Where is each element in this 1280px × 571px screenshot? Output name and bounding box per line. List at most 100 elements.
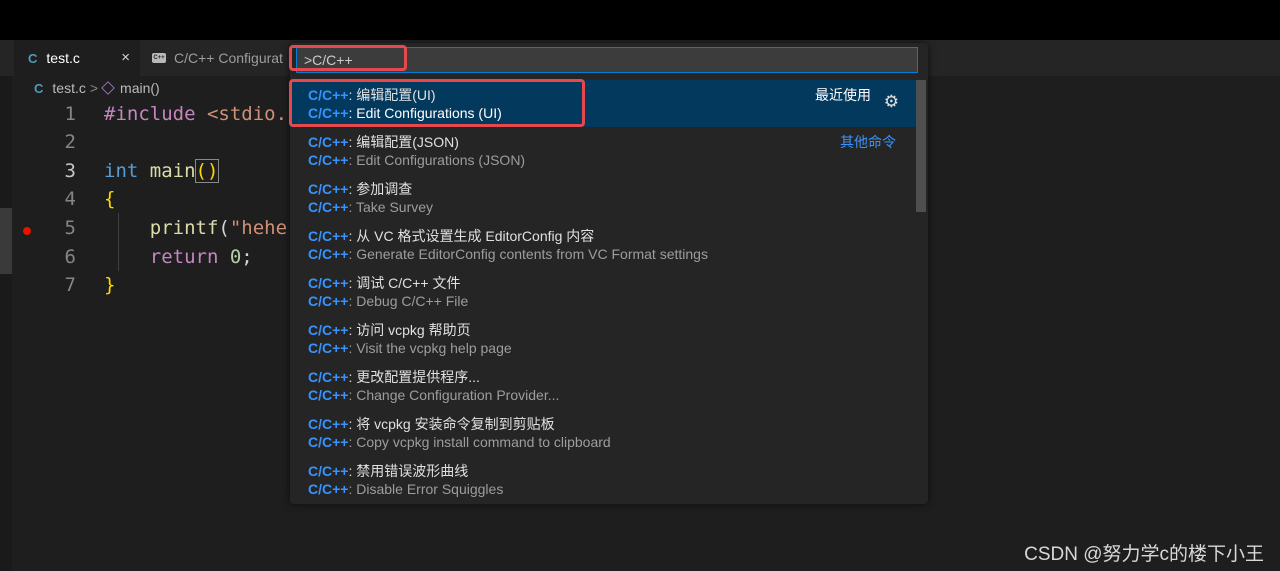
command-title-zh: C/C++: 编辑配置(JSON) (308, 132, 459, 152)
command-label: : 编辑配置(JSON) (348, 134, 459, 150)
c-file-icon: C (28, 50, 38, 66)
command-title-en: C/C++: Copy vcpkg install command to cli… (308, 434, 611, 450)
command-category: C/C++ (308, 152, 349, 168)
activity-strip (0, 76, 12, 571)
command-category: C/C++ (308, 134, 349, 150)
command-label: : 参加调查 (348, 181, 413, 197)
command-label: : 更改配置提供程序... (348, 369, 480, 385)
code-line-7[interactable]: } (104, 271, 115, 299)
line-number: 4 (64, 188, 76, 210)
command-title-en: C/C++: Visit the vcpkg help page (308, 340, 512, 356)
command-title-zh: C/C++: 调试 C/C++ 文件 (308, 273, 461, 293)
breadcrumb-symbol[interactable]: main() (120, 80, 160, 96)
command-item[interactable]: C/C++: 更改配置提供程序... C/C++: Change Configu… (290, 362, 916, 409)
code-line-4[interactable]: { (104, 185, 115, 213)
cpp-config-icon: C++ (152, 53, 166, 63)
command-item[interactable]: C/C++: 访问 vcpkg 帮助页 C/C++: Visit the vcp… (290, 315, 916, 362)
code-line-3[interactable]: int main() (104, 157, 220, 185)
code-token: #include (104, 103, 196, 125)
command-category: C/C++ (308, 481, 349, 497)
command-item[interactable]: C/C++: 调试 C/C++ 文件 C/C++: Debug C/C++ Fi… (290, 268, 916, 315)
command-title-zh: C/C++: 访问 vcpkg 帮助页 (308, 320, 471, 340)
command-item[interactable]: C/C++: 从 VC 格式设置生成 EditorConfig 内容 C/C++… (290, 221, 916, 268)
command-category: C/C++ (308, 181, 349, 197)
command-category: C/C++ (308, 416, 349, 432)
command-title-zh: C/C++: 从 VC 格式设置生成 EditorConfig 内容 (308, 226, 594, 246)
command-category: C/C++ (308, 246, 349, 262)
breadcrumb-separator: > (89, 80, 99, 96)
command-category: C/C++ (308, 199, 349, 215)
command-label: : Copy vcpkg install command to clipboar… (348, 434, 611, 450)
line-number: 2 (64, 131, 76, 153)
command-category: C/C++ (308, 387, 349, 403)
command-title-en: C/C++: Debug C/C++ File (308, 293, 468, 309)
symbol-method-icon (101, 81, 115, 95)
code-token: main (138, 160, 196, 182)
code-token: printf (104, 217, 219, 239)
other-commands-label: 其他命令 (840, 134, 896, 150)
code-token: return (104, 246, 219, 268)
code-token: int (104, 160, 139, 182)
command-item[interactable]: C/C++: 禁用错误波形曲线 C/C++: Disable Error Squ… (290, 456, 916, 503)
scroll-marker (0, 208, 12, 274)
line-number: 6 (64, 246, 76, 268)
line-number: 3 (64, 160, 76, 182)
title-bar (0, 0, 1280, 40)
command-category: C/C++ (308, 275, 349, 291)
command-category: C/C++ (308, 322, 349, 338)
command-label: : 将 vcpkg 安装命令复制到剪贴板 (348, 416, 555, 432)
watermark: CSDN @努力学c的楼下小王 (1024, 544, 1264, 565)
command-category: C/C++ (308, 369, 349, 385)
command-title-zh: C/C++: 将 vcpkg 安装命令复制到剪贴板 (308, 414, 555, 434)
command-title-en: C/C++: Take Survey (308, 199, 433, 215)
code-token: { (104, 188, 116, 210)
command-category: C/C++ (308, 228, 349, 244)
code-token: } (104, 274, 116, 296)
annotation-box-item (289, 79, 585, 127)
code-line-5[interactable]: printf("hehe (104, 214, 287, 242)
command-title-en: C/C++: Disable Error Squiggles (308, 481, 503, 497)
tab-label: C/C++ Configurat (174, 50, 283, 66)
command-label: : Visit the vcpkg help page (348, 340, 512, 356)
command-title-zh: C/C++: 更改配置提供程序... (308, 367, 480, 387)
command-label: : Generate EditorConfig contents from VC… (348, 246, 708, 262)
command-label: : Take Survey (348, 199, 434, 215)
command-label: : 访问 vcpkg 帮助页 (348, 322, 471, 338)
command-item[interactable]: C/C++: 将 vcpkg 安装命令复制到剪贴板 C/C++: Copy vc… (290, 409, 916, 456)
code-token: <stdio. (195, 103, 288, 125)
command-category: C/C++ (308, 293, 349, 309)
tab-label: test.c (46, 50, 80, 66)
palette-scrollbar[interactable] (916, 80, 926, 212)
command-category: C/C++ (308, 340, 349, 356)
command-item[interactable]: C/C++: 编辑配置(JSON) C/C++: Edit Configurat… (290, 127, 916, 174)
tab-cpp-configuration[interactable]: C++ C/C++ Configurat (140, 40, 300, 76)
command-label: : Edit Configurations (JSON) (348, 152, 526, 168)
line-number: 5 (64, 217, 76, 239)
code-line-6[interactable]: return 0; (104, 243, 253, 271)
close-icon[interactable]: × (121, 49, 130, 66)
command-label: : 调试 C/C++ 文件 (348, 275, 461, 291)
code-token: "hehe (229, 217, 288, 239)
command-item[interactable]: C/C++: 参加调查 C/C++: Take Survey (290, 174, 916, 221)
code-line-1[interactable]: #include <stdio. (104, 100, 287, 128)
line-number: 1 (64, 103, 76, 125)
command-category: C/C++ (308, 434, 349, 450)
command-label: : Debug C/C++ File (348, 293, 469, 309)
command-label: : Disable Error Squiggles (348, 481, 504, 497)
breadcrumb-file[interactable]: test.c (52, 80, 85, 96)
gear-icon[interactable]: ⚙ (884, 92, 899, 112)
code-token: () (194, 159, 220, 183)
command-title-zh: C/C++: 参加调查 (308, 179, 412, 199)
breadcrumb: C test.c > main() (34, 78, 160, 98)
command-title-zh: C/C++: 禁用错误波形曲线 (308, 461, 468, 481)
code-token: ; (241, 246, 253, 268)
command-label: : Change Configuration Provider... (348, 387, 560, 403)
command-title-en: C/C++: Edit Configurations (JSON) (308, 152, 525, 168)
command-title-en: C/C++: Generate EditorConfig contents fr… (308, 246, 708, 262)
breakpoint-icon[interactable] (23, 227, 31, 235)
annotation-box-input (289, 45, 407, 71)
code-token: 0 (218, 246, 242, 268)
tab-test-c[interactable]: C test.c × (14, 40, 140, 76)
recently-used-label: 最近使用 (815, 87, 871, 103)
line-number: 7 (64, 274, 76, 296)
